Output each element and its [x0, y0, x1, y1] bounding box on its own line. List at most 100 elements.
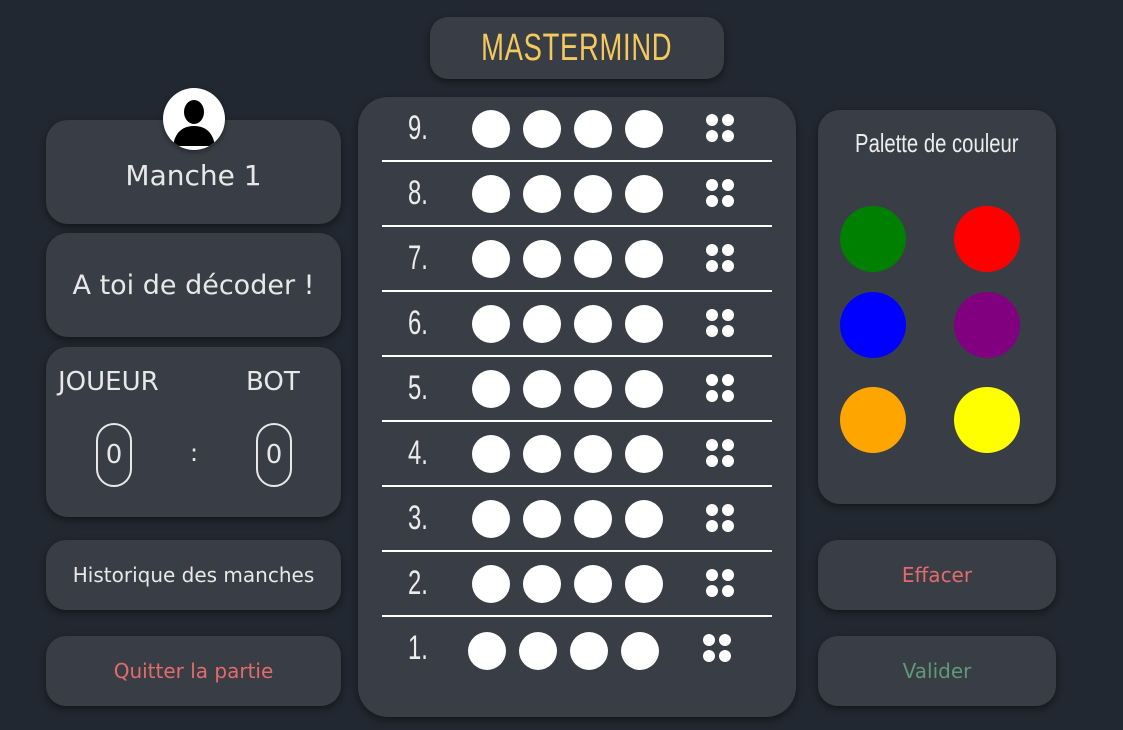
- user-silhouette-icon: [163, 88, 225, 150]
- code-peg-slot[interactable]: [523, 305, 561, 343]
- feedback-pin: [706, 195, 718, 207]
- score-separator: :: [190, 439, 199, 467]
- player-score: 0: [96, 423, 132, 487]
- color-yellow-button[interactable]: [954, 387, 1020, 453]
- feedback-pin: [703, 650, 715, 662]
- row-number: 4.: [408, 434, 428, 472]
- code-peg-slot[interactable]: [523, 240, 561, 278]
- feedback-pin: [706, 455, 718, 467]
- code-peg-slot[interactable]: [574, 565, 612, 603]
- code-peg-slot[interactable]: [472, 500, 510, 538]
- code-peg-slot[interactable]: [472, 305, 510, 343]
- color-palette: Palette de couleur: [818, 110, 1056, 504]
- guess-row: 2.: [382, 552, 772, 617]
- code-peg-slot[interactable]: [625, 370, 663, 408]
- code-peg-slot[interactable]: [472, 240, 510, 278]
- feedback-pins: [706, 374, 736, 404]
- erase-button[interactable]: Effacer: [818, 540, 1056, 610]
- code-peg-slot[interactable]: [523, 565, 561, 603]
- guess-row: 4.: [382, 422, 772, 487]
- status-panel: A toi de décoder !: [46, 233, 341, 337]
- color-orange-button[interactable]: [840, 387, 906, 453]
- feedback-pin: [722, 195, 734, 207]
- code-peg-slot[interactable]: [574, 240, 612, 278]
- feedback-pin: [722, 504, 734, 516]
- history-button-label: Historique des manches: [72, 563, 315, 587]
- row-number: 3.: [408, 499, 428, 537]
- code-peg-slot[interactable]: [574, 175, 612, 213]
- validate-button[interactable]: Valider: [818, 636, 1056, 706]
- history-button[interactable]: Historique des manches: [46, 540, 341, 610]
- code-peg-slot[interactable]: [472, 370, 510, 408]
- game-title: MASTERMIND: [481, 26, 673, 69]
- code-peg-slot[interactable]: [574, 500, 612, 538]
- color-purple-button[interactable]: [954, 292, 1020, 358]
- feedback-pin: [706, 585, 718, 597]
- feedback-pins: [706, 114, 736, 144]
- code-peg-slot[interactable]: [472, 175, 510, 213]
- feedback-pins: [706, 244, 736, 274]
- bot-label: BOT: [246, 367, 300, 397]
- feedback-pin: [719, 650, 731, 662]
- code-peg-slot[interactable]: [472, 565, 510, 603]
- guess-row: 7.: [382, 227, 772, 292]
- row-number: 5.: [408, 369, 428, 407]
- code-peg-slot[interactable]: [472, 110, 510, 148]
- row-number: 8.: [408, 174, 428, 212]
- guess-row: 9.: [382, 97, 772, 162]
- feedback-pin: [706, 114, 718, 126]
- code-peg-slot[interactable]: [570, 632, 608, 670]
- guess-row: 5.: [382, 357, 772, 422]
- code-peg-slot[interactable]: [574, 305, 612, 343]
- feedback-pin: [706, 309, 718, 321]
- player-label: JOUEUR: [58, 367, 159, 397]
- feedback-pin: [703, 634, 715, 646]
- feedback-pin: [706, 244, 718, 256]
- quit-button-label: Quitter la partie: [113, 659, 274, 683]
- code-peg-slot[interactable]: [625, 500, 663, 538]
- code-peg-slot[interactable]: [625, 305, 663, 343]
- code-peg-slot[interactable]: [625, 240, 663, 278]
- code-peg-slot[interactable]: [523, 435, 561, 473]
- feedback-pins: [706, 179, 736, 209]
- color-green-button[interactable]: [840, 206, 906, 272]
- color-red-button[interactable]: [954, 206, 1020, 272]
- color-blue-button[interactable]: [840, 292, 906, 358]
- code-peg-slot[interactable]: [625, 435, 663, 473]
- code-peg-slot[interactable]: [523, 110, 561, 148]
- feedback-pins: [703, 634, 733, 664]
- code-peg-slot[interactable]: [621, 632, 659, 670]
- code-peg-slot[interactable]: [523, 500, 561, 538]
- code-peg-slot[interactable]: [625, 175, 663, 213]
- feedback-pins: [706, 504, 736, 534]
- feedback-pin: [706, 520, 718, 532]
- round-label: Manche 1: [125, 158, 262, 192]
- code-peg-slot[interactable]: [523, 370, 561, 408]
- feedback-pin: [722, 325, 734, 337]
- feedback-pin: [722, 439, 734, 451]
- code-peg-slot[interactable]: [519, 632, 557, 670]
- row-number: 2.: [408, 564, 428, 602]
- code-peg-slot[interactable]: [625, 565, 663, 603]
- code-peg-slot[interactable]: [472, 435, 510, 473]
- guess-row: 8.: [382, 162, 772, 227]
- code-peg-slot[interactable]: [574, 110, 612, 148]
- quit-button[interactable]: Quitter la partie: [46, 636, 341, 706]
- code-peg-slot[interactable]: [574, 370, 612, 408]
- feedback-pin: [722, 585, 734, 597]
- title-banner: MASTERMIND: [430, 17, 724, 79]
- feedback-pin: [722, 520, 734, 532]
- status-message: A toi de décoder !: [72, 269, 315, 301]
- feedback-pins: [706, 569, 736, 599]
- feedback-pin: [722, 114, 734, 126]
- feedback-pin: [706, 504, 718, 516]
- code-peg-slot[interactable]: [625, 110, 663, 148]
- code-peg-slot[interactable]: [574, 435, 612, 473]
- feedback-pin: [706, 439, 718, 451]
- code-peg-slot[interactable]: [468, 632, 506, 670]
- row-number: 6.: [408, 304, 428, 342]
- feedback-pins: [706, 309, 736, 339]
- row-number: 9.: [408, 109, 428, 147]
- guess-row: 3.: [382, 487, 772, 552]
- code-peg-slot[interactable]: [523, 175, 561, 213]
